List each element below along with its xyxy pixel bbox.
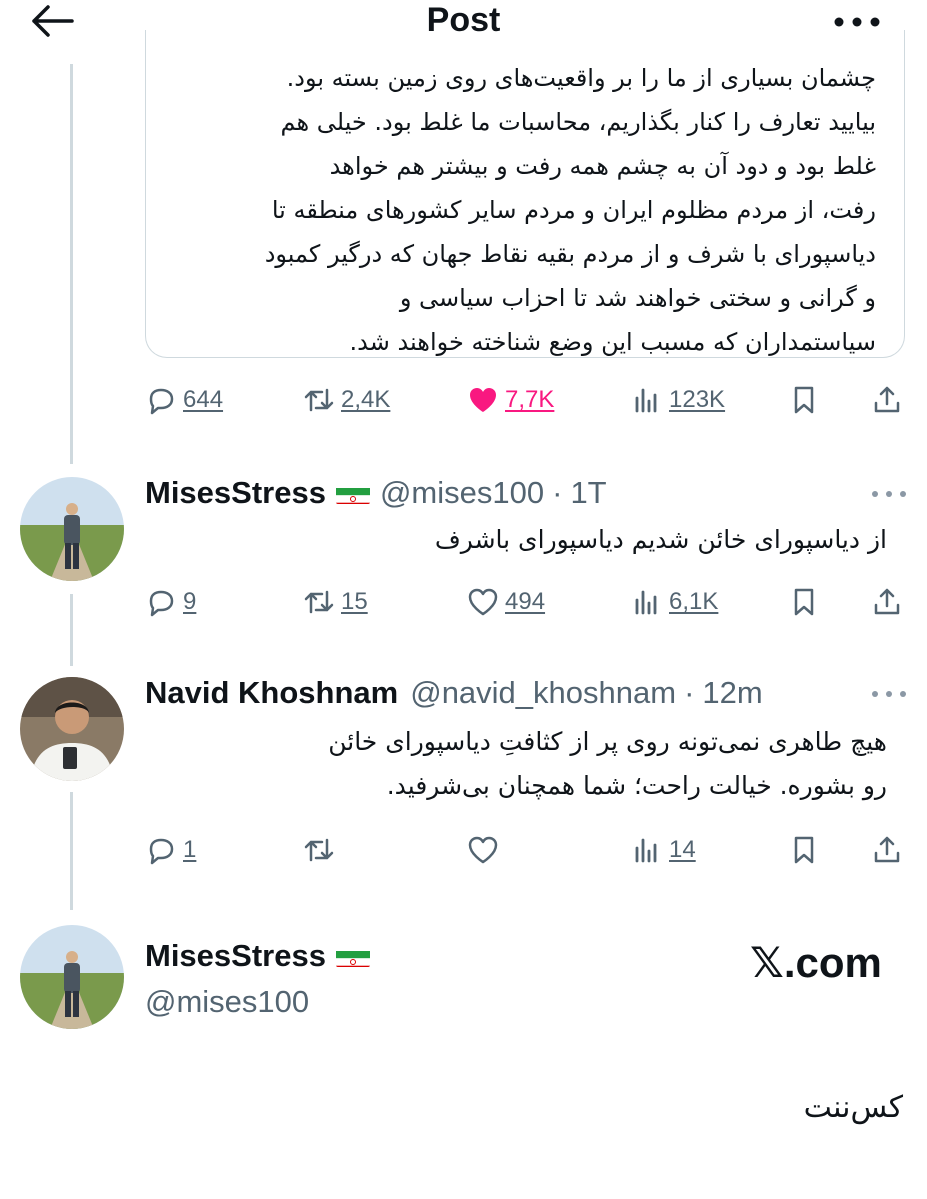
share-icon: [874, 588, 900, 615]
share-icon: [874, 386, 900, 413]
views-button[interactable]: 6,1K: [631, 582, 718, 622]
display-name[interactable]: MisesStress: [145, 475, 326, 511]
more-options-icon[interactable]: [869, 484, 909, 504]
back-arrow-icon[interactable]: [30, 4, 74, 38]
reply-icon: [149, 590, 174, 617]
like-button[interactable]: 494: [467, 582, 545, 622]
timestamp[interactable]: 1T: [570, 475, 606, 511]
reply-count: 1: [183, 836, 197, 863]
timestamp[interactable]: 12m: [702, 675, 762, 711]
card-handle-row: @mises100: [145, 982, 309, 1022]
avatar-misesstress[interactable]: [20, 477, 124, 581]
quoted-post-text: چشمان بسیاری از ما را بر واقعیت‌های روی …: [264, 64, 876, 356]
bookmark-icon: [794, 588, 814, 616]
display-name[interactable]: MisesStress: [145, 938, 326, 974]
share-button[interactable]: [871, 830, 903, 870]
views-button[interactable]: 14: [631, 830, 696, 870]
like-button[interactable]: [467, 830, 505, 870]
reply-count: 9: [183, 588, 197, 615]
repost-button[interactable]: 15: [303, 582, 368, 622]
views-button[interactable]: 123K: [631, 380, 725, 420]
reply-button[interactable]: 644: [145, 380, 223, 420]
repost-icon: [304, 838, 334, 862]
separator-dot: ·: [552, 475, 563, 510]
reply-1-header: MisesStress @mises100 · 1T: [145, 473, 607, 513]
iran-flag-icon: [335, 945, 370, 967]
more-options-icon[interactable]: [831, 12, 887, 32]
quoted-post[interactable]: چشمان بسیاری از ما را بر واقعیت‌های روی …: [145, 30, 905, 358]
thread-line: [70, 792, 73, 910]
views-count: 123K: [669, 386, 726, 413]
views-bar-chart-icon: [635, 388, 657, 413]
separator-dot: ·: [684, 675, 695, 710]
views-bar-chart-icon: [635, 838, 657, 863]
avatar-misesstress-card[interactable]: [20, 925, 124, 1029]
user-handle[interactable]: @navid_khoshnam: [410, 675, 676, 711]
share-button[interactable]: [871, 380, 903, 420]
reply-2-actions: 1 14: [145, 830, 905, 870]
bookmark-button[interactable]: [788, 830, 820, 870]
repost-icon: [304, 388, 334, 412]
reply-2-header: Navid Khoshnam @navid_khoshnam · 12m: [145, 673, 763, 713]
like-button[interactable]: 7,7K: [467, 380, 554, 420]
thread-line: [70, 64, 73, 464]
card-name-row: MisesStress: [145, 936, 380, 976]
share-icon: [874, 836, 900, 863]
reply-1-text: از دیاسپورای خائن شدیم دیاسپورای باشرف: [434, 525, 887, 554]
reply-count: 644: [183, 386, 224, 413]
views-count: 14: [669, 836, 696, 863]
bookmark-icon: [794, 836, 814, 864]
main-post-actions: 644 2,4K 7,7K 123K: [145, 380, 905, 420]
more-options-icon[interactable]: [869, 684, 909, 704]
display-name[interactable]: Navid Khoshnam: [145, 675, 398, 711]
reply-button[interactable]: 1: [145, 830, 196, 870]
repost-count: 2,4K: [341, 386, 391, 413]
views-count: 6,1K: [669, 588, 719, 615]
iran-flag-icon: [335, 482, 370, 504]
repost-button[interactable]: 2,4K: [303, 380, 390, 420]
bookmark-button[interactable]: [788, 380, 820, 420]
thread-line: [70, 594, 73, 666]
bottom-post-text: کس‌ننت: [803, 1090, 903, 1125]
views-bar-chart-icon: [635, 590, 657, 615]
repost-count: 15: [341, 588, 368, 615]
heart-icon: [468, 836, 498, 864]
bookmark-button[interactable]: [788, 582, 820, 622]
x-com-brand: 𝕏.com: [750, 939, 882, 986]
repost-icon: [304, 590, 334, 614]
avatar-navid-khoshnam[interactable]: [20, 677, 124, 781]
like-count: 494: [505, 588, 546, 615]
user-handle[interactable]: @mises100: [145, 984, 309, 1020]
share-button[interactable]: [871, 582, 903, 622]
heart-icon: [468, 588, 498, 616]
like-count: 7,7K: [505, 386, 555, 413]
reply-1-actions: 9 15 494 6,1K: [145, 582, 905, 622]
reply-button[interactable]: 9: [145, 582, 196, 622]
bookmark-icon: [794, 386, 814, 414]
user-handle[interactable]: @mises100: [380, 475, 544, 511]
reply-icon: [149, 838, 174, 865]
reply-icon: [149, 388, 174, 415]
reply-2-text: هیچ طاهری نمی‌تونه روی پر از کثافتِ دیاس…: [328, 727, 887, 800]
repost-button[interactable]: [303, 830, 341, 870]
heart-filled-icon: [470, 388, 496, 412]
